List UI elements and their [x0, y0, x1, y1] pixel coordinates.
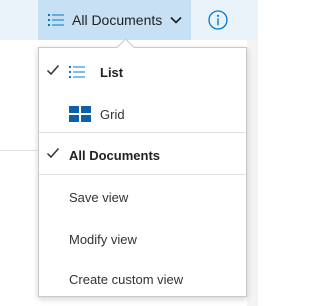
list-icon [48, 13, 64, 27]
menu-divider [39, 174, 246, 175]
checkmark-icon [46, 146, 60, 160]
menu-item-modify-view[interactable]: Modify view [39, 218, 246, 260]
menu-item-label: All Documents [69, 147, 161, 163]
menu-item-label: Save view [69, 189, 129, 205]
view-options-menu: List Grid All Documents Save view Modify… [38, 47, 247, 297]
chevron-down-icon [170, 16, 182, 24]
list-icon [69, 64, 91, 80]
view-switcher-button[interactable]: All Documents [38, 0, 191, 40]
menu-item-grid[interactable]: Grid [39, 93, 246, 135]
menu-item-all-documents[interactable]: All Documents [39, 134, 246, 176]
menu-item-label: Grid [100, 106, 125, 122]
content-divider [0, 150, 38, 151]
menu-item-label: List [100, 64, 124, 80]
grid-icon [69, 106, 91, 122]
info-button[interactable] [205, 7, 231, 33]
info-icon [207, 9, 229, 31]
menu-item-list[interactable]: List [39, 51, 246, 93]
menu-item-save-view[interactable]: Save view [39, 176, 246, 218]
menu-item-label: Create custom view [69, 271, 184, 287]
checkmark-icon [46, 63, 60, 77]
menu-item-create-custom-view[interactable]: Create custom view [39, 258, 246, 300]
view-switcher-label: All Documents [72, 12, 163, 28]
menu-item-label: Modify view [69, 231, 137, 247]
right-pane-edge [247, 40, 258, 306]
menu-divider [39, 132, 246, 133]
